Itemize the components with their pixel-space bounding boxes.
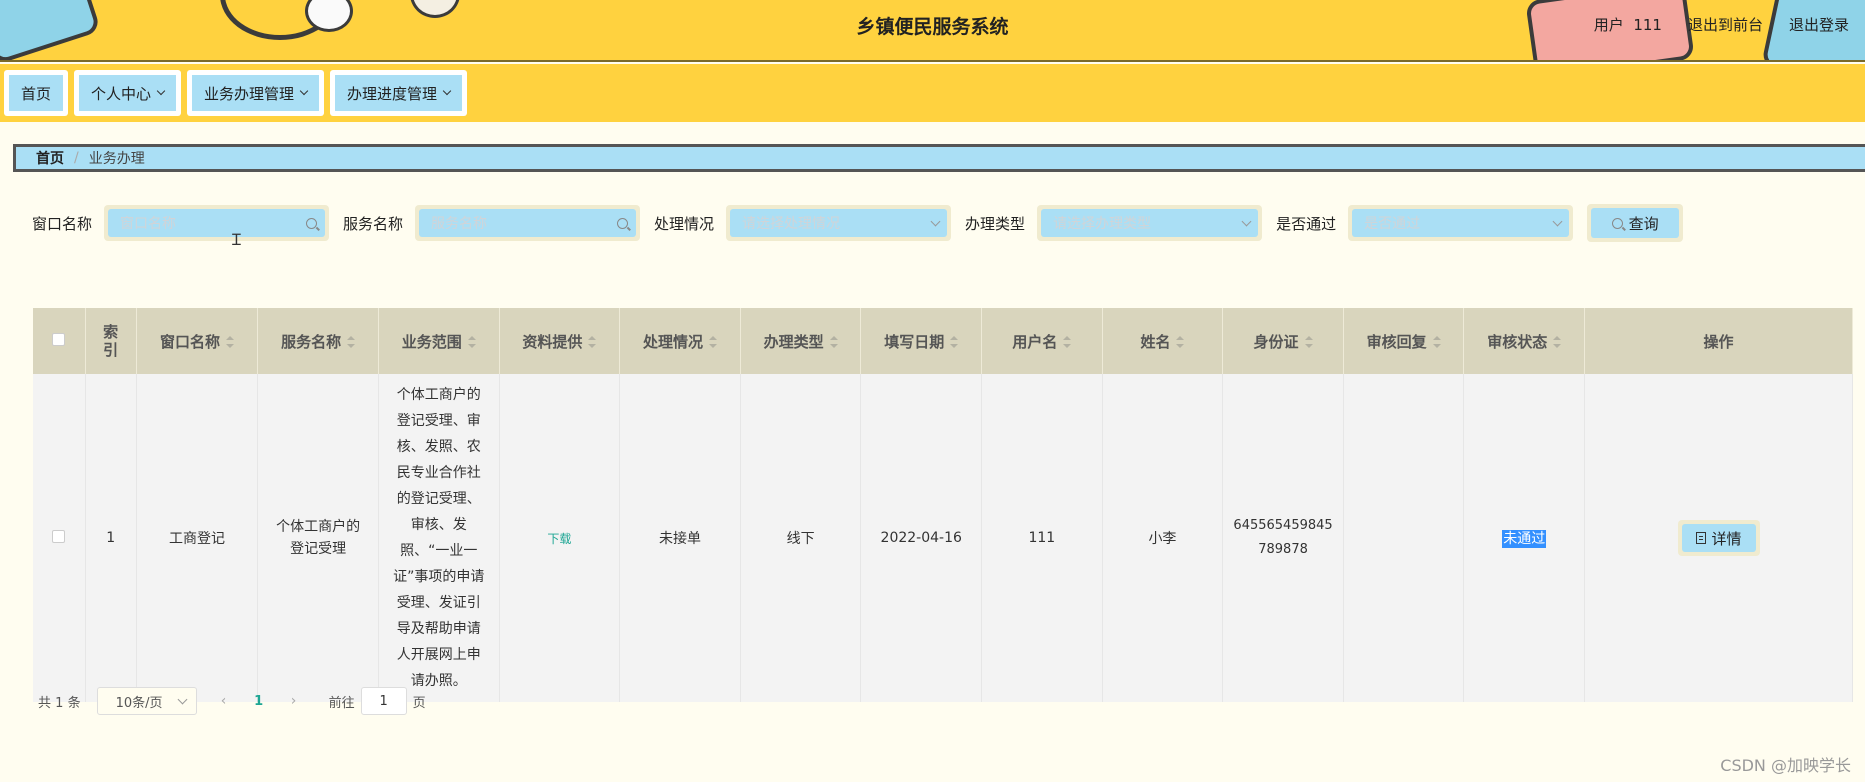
page-size-select[interactable]: 10条/页 xyxy=(96,687,197,715)
nav-item-progress-management[interactable]: 办理进度管理 xyxy=(330,70,468,116)
sort-icon[interactable] xyxy=(950,336,959,348)
select-all-checkbox[interactable] xyxy=(52,333,66,346)
next-page-button[interactable]: › xyxy=(279,693,309,709)
review-status-text: 未通过 xyxy=(1502,530,1547,548)
sort-icon[interactable] xyxy=(1176,336,1185,348)
goto-label: 前往 xyxy=(328,695,355,711)
service-name-label: 服务名称 xyxy=(343,214,404,233)
chevron-down-icon xyxy=(1241,216,1252,226)
handle-type-select[interactable]: 请选择办理类型 xyxy=(1037,205,1263,241)
chevron-down-icon xyxy=(1552,216,1563,226)
breadcrumb: 首页 / 业务办理 xyxy=(13,144,1865,172)
window-name-input[interactable]: 窗口名称 xyxy=(104,205,330,241)
chevron-down-icon xyxy=(177,694,188,704)
cell-review-reply xyxy=(1343,374,1465,702)
cell-id-card: 645565459845789878 xyxy=(1222,374,1344,702)
col-window-name[interactable]: 窗口名称 xyxy=(136,308,259,374)
header-actions: 用户 111 退出到前台 退出登录 xyxy=(1594,14,1849,35)
col-materials[interactable]: 资料提供 xyxy=(499,308,621,374)
cell-date: 2022-04-16 xyxy=(860,374,983,702)
document-icon xyxy=(1695,532,1706,544)
process-status-select[interactable]: 请选择处理情况 xyxy=(726,205,952,241)
breadcrumb-current: 业务办理 xyxy=(88,151,145,167)
col-review-reply[interactable]: 审核回复 xyxy=(1343,308,1465,374)
col-username[interactable]: 用户名 xyxy=(981,308,1103,374)
sort-icon[interactable] xyxy=(1553,336,1562,348)
cell-name: 小李 xyxy=(1102,374,1224,702)
col-scope[interactable]: 业务范围 xyxy=(378,308,500,374)
pagination: 共 1 条 10条/页 ‹ 1 › 前往 1 页 xyxy=(38,686,426,716)
sort-icon[interactable] xyxy=(1432,336,1441,348)
cell-handle-type: 线下 xyxy=(740,374,862,702)
search-icon xyxy=(617,217,629,229)
col-date[interactable]: 填写日期 xyxy=(860,308,983,374)
sort-icon[interactable] xyxy=(1063,336,1072,348)
col-name[interactable]: 姓名 xyxy=(1102,308,1224,374)
text-cursor-icon: Ɪ xyxy=(232,230,241,249)
breadcrumb-home[interactable]: 首页 xyxy=(36,148,64,168)
cell-username: 111 xyxy=(981,374,1103,702)
cell-action: 详情 xyxy=(1584,374,1853,702)
table-header-row: 索引 窗口名称 服务名称 业务范围 资料提供 处理情况 办理类型 填写日期 用户… xyxy=(33,308,1853,374)
goto-page-input[interactable]: 1 xyxy=(360,687,407,715)
main-nav: 首页 个人中心 业务办理管理 办理进度管理 xyxy=(0,64,1865,122)
top-header: 乡镇便民服务系统 用户 111 退出到前台 退出登录 xyxy=(0,0,1865,62)
system-title: 乡镇便民服务系统 xyxy=(856,16,1009,38)
breadcrumb-separator: / xyxy=(74,150,79,166)
cell-service-name: 个体工商户的登记受理 xyxy=(257,374,379,702)
detail-button[interactable]: 详情 xyxy=(1677,520,1760,556)
table-row: 1 工商登记 个体工商户的登记受理 个体工商户的登记受理、审核、发照、农民专业合… xyxy=(33,374,1853,702)
page-number-current[interactable]: 1 xyxy=(239,694,279,709)
cell-materials: 下载 xyxy=(499,374,621,702)
row-select-cell xyxy=(33,374,86,702)
nav-item-personal-center[interactable]: 个人中心 xyxy=(74,70,182,116)
service-name-input[interactable]: 服务名称 xyxy=(415,205,641,241)
sort-icon[interactable] xyxy=(588,336,597,348)
cell-index: 1 xyxy=(85,374,137,702)
download-link[interactable]: 下载 xyxy=(547,532,571,546)
watermark: CSDN @加映学长 xyxy=(1720,756,1851,775)
nav-item-home[interactable]: 首页 xyxy=(4,70,69,116)
cell-scope: 个体工商户的登记受理、审核、发照、农民专业合作社的登记受理、审核、发照、“一业一… xyxy=(378,374,500,702)
col-handle-type[interactable]: 办理类型 xyxy=(740,308,862,374)
sort-icon[interactable] xyxy=(829,336,838,348)
goto-suffix: 页 xyxy=(412,695,426,711)
handle-type-label: 办理类型 xyxy=(965,214,1026,233)
cell-review-status: 未通过 xyxy=(1463,374,1586,702)
col-review-status[interactable]: 审核状态 xyxy=(1463,308,1586,374)
col-index: 索引 xyxy=(85,308,137,374)
logout-link[interactable]: 退出登录 xyxy=(1789,14,1849,35)
row-checkbox[interactable] xyxy=(52,529,66,543)
col-id-card[interactable]: 身份证 xyxy=(1222,308,1344,374)
cell-process-status: 未接单 xyxy=(619,374,741,702)
chevron-down-icon xyxy=(930,216,941,226)
col-service-name[interactable]: 服务名称 xyxy=(257,308,379,374)
select-all-cell xyxy=(33,308,86,374)
is-passed-select[interactable]: 是否通过 xyxy=(1348,205,1574,241)
business-table: 索引 窗口名称 服务名称 业务范围 资料提供 处理情况 办理类型 填写日期 用户… xyxy=(33,308,1853,702)
chevron-down-icon xyxy=(156,86,166,96)
window-name-label: 窗口名称 xyxy=(32,214,93,233)
chevron-down-icon xyxy=(442,86,452,96)
process-status-label: 处理情况 xyxy=(654,214,715,233)
col-action: 操作 xyxy=(1584,308,1853,374)
exit-to-front-link[interactable]: 退出到前台 xyxy=(1688,14,1763,35)
nav-item-business-management[interactable]: 业务办理管理 xyxy=(187,70,325,116)
prev-page-button[interactable]: ‹ xyxy=(209,693,239,709)
cell-window-name: 工商登记 xyxy=(136,374,259,702)
sort-icon[interactable] xyxy=(1304,336,1313,348)
query-button[interactable]: 查询 xyxy=(1587,204,1684,242)
chevron-down-icon xyxy=(299,86,309,96)
user-info: 用户 111 xyxy=(1593,16,1662,34)
sort-icon[interactable] xyxy=(467,336,476,348)
search-icon xyxy=(1611,217,1623,229)
search-bar: 窗口名称 窗口名称 服务名称 服务名称 处理情况 请选择处理情况 办理类型 请选… xyxy=(32,203,1684,243)
search-icon xyxy=(306,217,318,229)
sort-icon[interactable] xyxy=(709,336,718,348)
col-process-status[interactable]: 处理情况 xyxy=(619,308,741,374)
total-count: 共 1 条 xyxy=(38,695,81,711)
sort-icon[interactable] xyxy=(226,336,235,348)
is-passed-label: 是否通过 xyxy=(1276,214,1337,233)
sort-icon[interactable] xyxy=(347,336,356,348)
